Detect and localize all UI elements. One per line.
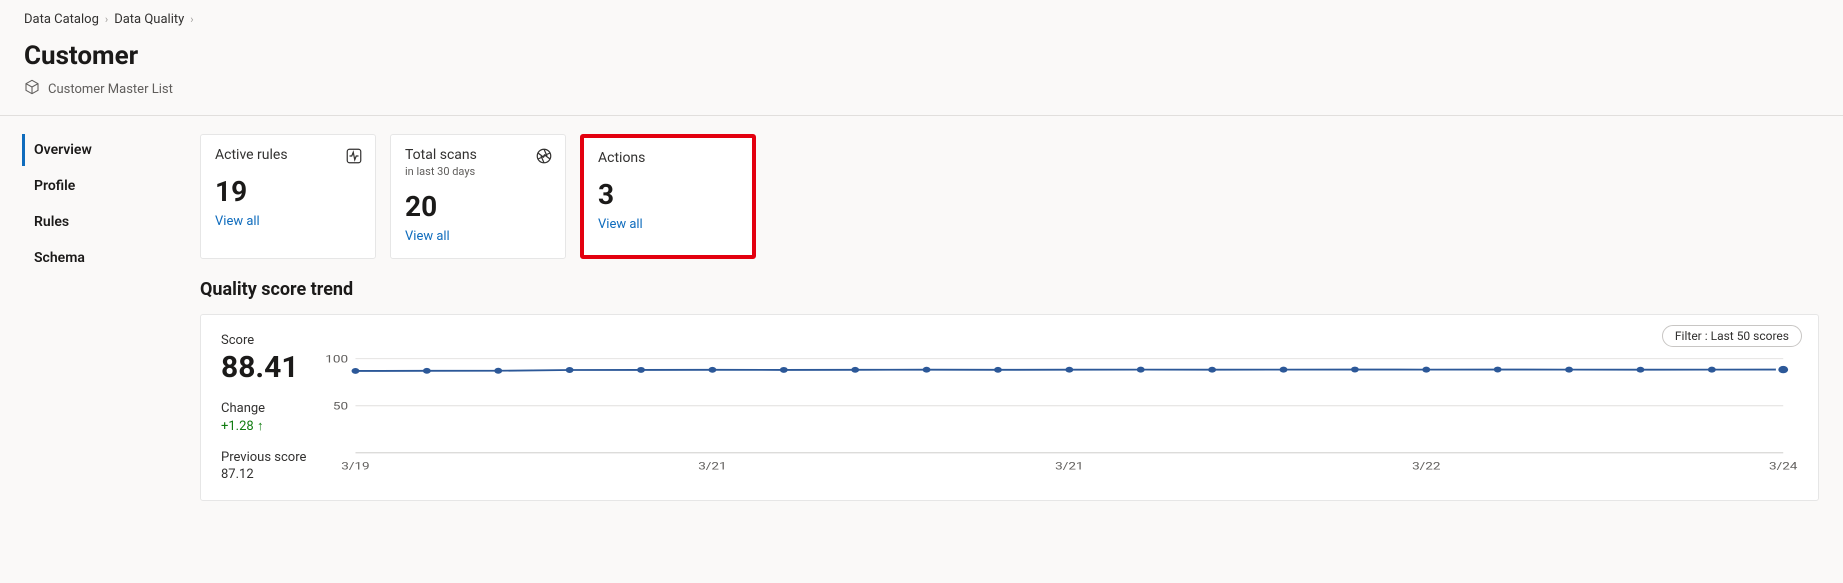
- card-view-all-link[interactable]: View all: [405, 229, 551, 244]
- card-view-all-link[interactable]: View all: [215, 214, 361, 229]
- main-region: Overview Profile Rules Schema Active rul…: [0, 116, 1843, 525]
- content-region: Active rules 19 View all Total scans in …: [200, 116, 1843, 525]
- page-subtitle: Customer Master List: [24, 79, 1819, 99]
- chevron-right-icon: ›: [105, 13, 108, 26]
- previous-score-value: 87.12: [221, 467, 321, 482]
- sidebar-item-profile[interactable]: Profile: [22, 170, 200, 202]
- change-value: +1.28 ↑: [221, 418, 321, 434]
- sidebar-item-schema[interactable]: Schema: [22, 242, 200, 274]
- card-value: 19: [215, 175, 361, 208]
- filter-button[interactable]: Filter : Last 50 scores: [1662, 325, 1802, 347]
- chevron-right-icon: ›: [190, 13, 193, 26]
- page-title: Customer: [24, 41, 1819, 71]
- sidebar-item-overview[interactable]: Overview: [22, 134, 200, 166]
- aperture-icon: [535, 147, 553, 169]
- score-column: Score 88.41 Change +1.28 ↑ Previous scor…: [221, 333, 321, 482]
- sidebar-item-rules[interactable]: Rules: [22, 206, 200, 238]
- line-chart-svg: 100 50 3/19 3/21 3/21 3/22 3/24: [321, 355, 1798, 475]
- breadcrumb-data-quality[interactable]: Data Quality: [114, 12, 184, 27]
- score-label: Score: [221, 333, 321, 348]
- quality-score-chart: 100 50 3/19 3/21 3/21 3/22 3/24: [321, 333, 1798, 475]
- trend-section-title: Quality score trend: [200, 279, 1819, 300]
- card-active-rules: Active rules 19 View all: [200, 134, 376, 259]
- card-view-all-link[interactable]: View all: [598, 217, 738, 232]
- trend-panel: Score 88.41 Change +1.28 ↑ Previous scor…: [200, 314, 1819, 501]
- svg-text:3/24: 3/24: [1769, 460, 1798, 472]
- breadcrumb-data-catalog[interactable]: Data Catalog: [24, 12, 99, 27]
- card-title: Actions: [598, 150, 738, 166]
- card-actions: Actions 3 View all: [580, 134, 756, 259]
- card-value: 20: [405, 190, 551, 223]
- svg-text:100: 100: [325, 355, 348, 365]
- card-value: 3: [598, 178, 738, 211]
- change-label: Change: [221, 401, 321, 416]
- svg-text:50: 50: [333, 400, 349, 412]
- summary-cards-row: Active rules 19 View all Total scans in …: [200, 134, 1819, 259]
- score-value: 88.41: [221, 350, 321, 385]
- pulse-icon: [345, 147, 363, 169]
- package-icon: [24, 79, 40, 99]
- header-region: Data Catalog › Data Quality › Customer C…: [0, 0, 1843, 116]
- svg-text:3/19: 3/19: [341, 460, 369, 472]
- card-title: Active rules: [215, 147, 361, 163]
- page-subtitle-text: Customer Master List: [48, 82, 173, 97]
- card-subtitle: in last 30 days: [405, 165, 551, 178]
- card-title: Total scans: [405, 147, 551, 163]
- svg-text:3/22: 3/22: [1412, 460, 1441, 472]
- sidebar: Overview Profile Rules Schema: [0, 116, 200, 525]
- previous-score-label: Previous score: [221, 450, 321, 465]
- card-total-scans: Total scans in last 30 days 20 View all: [390, 134, 566, 259]
- svg-text:3/21: 3/21: [1055, 460, 1083, 472]
- breadcrumb: Data Catalog › Data Quality ›: [24, 12, 1819, 27]
- svg-text:3/21: 3/21: [698, 460, 726, 472]
